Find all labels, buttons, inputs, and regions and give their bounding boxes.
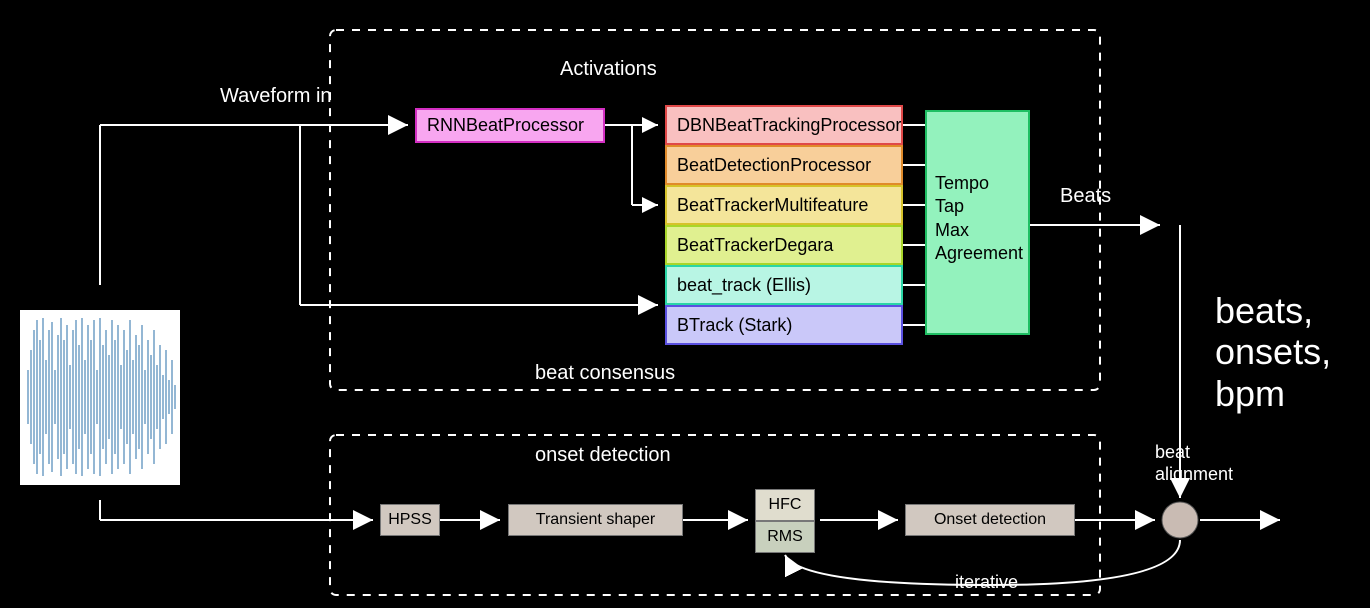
waveform-in-label: Waveform in	[220, 85, 332, 108]
alignment-node-icon	[1162, 502, 1198, 538]
btrack-box: BTrack (Stark)	[665, 305, 903, 345]
activations-label: Activations	[560, 58, 657, 81]
rnn-box: RNNBeatProcessor	[415, 108, 605, 143]
beats-label: Beats	[1060, 185, 1111, 208]
hfc-box: HFC	[755, 489, 815, 521]
transient-box: Transient shaper	[508, 504, 683, 536]
waveform-icon	[20, 310, 180, 485]
ttma-box: Tempo Tap Max Agreement	[925, 110, 1030, 335]
iterative-label: iterative	[955, 572, 1018, 593]
beats-out-label: beats, onsets, bpm	[1215, 290, 1370, 414]
onset-box: Onset detection	[905, 504, 1075, 536]
beat-alignment-label: beat alignment	[1155, 442, 1255, 485]
beat-consensus-caption: beat consensus	[535, 362, 675, 385]
hpss-box: HPSS	[380, 504, 440, 536]
rms-box: RMS	[755, 521, 815, 553]
dbn-box: DBNBeatTrackingProcessor	[665, 105, 903, 145]
ellis-box: beat_track (Ellis)	[665, 265, 903, 305]
ttma-line4: Agreement	[935, 242, 1020, 265]
btmf-box: BeatTrackerMultifeature	[665, 185, 903, 225]
btd-box: BeatTrackerDegara	[665, 225, 903, 265]
ttma-line3: Max	[935, 219, 1020, 242]
ttma-line2: Tap	[935, 195, 1020, 218]
bdp-box: BeatDetectionProcessor	[665, 145, 903, 185]
onset-detection-caption: onset detection	[535, 444, 671, 467]
ttma-line1: Tempo	[935, 172, 1020, 195]
